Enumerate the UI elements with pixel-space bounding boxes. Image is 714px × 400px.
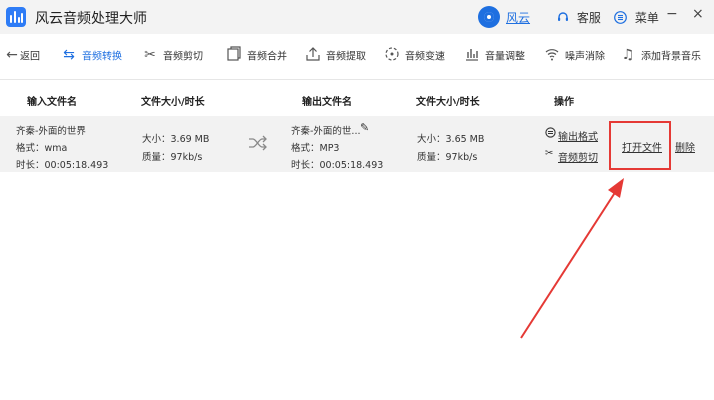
highlight-box xyxy=(609,121,671,170)
output-duration: 时长：00:05:18.493 xyxy=(291,160,384,171)
tool-volume-adjust[interactable]: 音量调整 xyxy=(463,46,525,68)
headset-icon xyxy=(557,11,573,25)
service-label: 客服 xyxy=(576,11,601,25)
scissors-icon: ✂ xyxy=(545,148,554,159)
close-button[interactable]: × xyxy=(692,6,704,22)
tool-audio-merge[interactable]: 音频合并 xyxy=(225,46,287,68)
menu-button[interactable]: 菜单 xyxy=(614,9,659,26)
tool-audio-speed[interactable]: 音频变速 xyxy=(383,46,445,68)
input-size: 大小：3.69 MB xyxy=(142,134,210,145)
minimize-button[interactable]: − xyxy=(666,6,678,22)
service-button[interactable]: 客服 xyxy=(557,9,601,26)
shuffle-icon xyxy=(248,135,268,151)
output-size: 大小：3.65 MB xyxy=(417,134,485,145)
pencil-icon[interactable]: ✎ xyxy=(360,121,369,134)
input-format: 格式：wma xyxy=(16,143,68,154)
title-bar: 风云音频处理大师 风云 客服 菜单 − × xyxy=(0,0,714,34)
header-output-size: 文件大小/时长 xyxy=(416,97,480,108)
input-quality: 质量：97kb/s xyxy=(142,152,203,163)
output-format: 格式：MP3 xyxy=(291,143,340,154)
menu-icon xyxy=(614,11,631,25)
table-row: 齐秦-外面的世界 格式：wma 时长：00:05:18.493 大小：3.69 … xyxy=(0,116,714,172)
music-note-icon: ♫ xyxy=(621,47,635,63)
tool-noise-removal[interactable]: 噪声消除 xyxy=(543,46,605,68)
header-input-name: 输入文件名 xyxy=(27,97,77,108)
user-name[interactable]: 风云 xyxy=(506,9,530,26)
merge-icon xyxy=(225,46,243,64)
scissors-icon: ✂ xyxy=(144,47,156,63)
header-actions: 操作 xyxy=(554,97,574,108)
output-quality: 质量：97kb/s xyxy=(417,152,478,163)
app-logo-icon xyxy=(6,7,26,27)
toolbar: ← 返回 ⇆ 音频转换 ✂ 音频剪切 音频合并 音频提取 音频变速 音量调整 噪声消除… xyxy=(0,34,714,80)
arrow-left-icon: ← xyxy=(6,47,18,63)
back-button[interactable]: ← 返回 xyxy=(6,46,40,68)
output-file-name: 齐秦-外面的世... xyxy=(291,126,361,137)
volume-bars-icon xyxy=(463,46,481,64)
header-input-size: 文件大小/时长 xyxy=(141,97,205,108)
tool-add-bgm[interactable]: ♫ 添加背景音乐 xyxy=(619,46,701,68)
menu-label: 菜单 xyxy=(634,11,659,25)
input-file-name: 齐秦-外面的世界 xyxy=(16,126,86,137)
tool-audio-cut[interactable]: ✂ 音频剪切 xyxy=(141,46,203,68)
output-format-link[interactable]: 输出格式 xyxy=(558,128,598,143)
audio-cut-link[interactable]: 音频剪切 xyxy=(558,149,598,164)
input-duration: 时长：00:05:18.493 xyxy=(16,160,109,171)
avatar-icon xyxy=(478,6,500,28)
delete-link[interactable]: 删除 xyxy=(675,139,695,154)
tool-audio-extract[interactable]: 音频提取 xyxy=(304,46,366,68)
app-title: 风云音频处理大师 xyxy=(35,11,147,27)
output-format-icon xyxy=(545,127,556,141)
back-label: 返回 xyxy=(20,51,40,63)
speed-icon xyxy=(383,46,401,64)
header-output-name: 输出文件名 xyxy=(302,97,352,108)
upload-icon xyxy=(304,46,322,64)
convert-icon: ⇆ xyxy=(63,47,75,63)
table-header: 输入文件名 文件大小/时长 输出文件名 文件大小/时长 操作 xyxy=(0,80,714,114)
tool-audio-convert[interactable]: ⇆ 音频转换 xyxy=(60,46,122,68)
wifi-noise-icon xyxy=(543,46,561,64)
